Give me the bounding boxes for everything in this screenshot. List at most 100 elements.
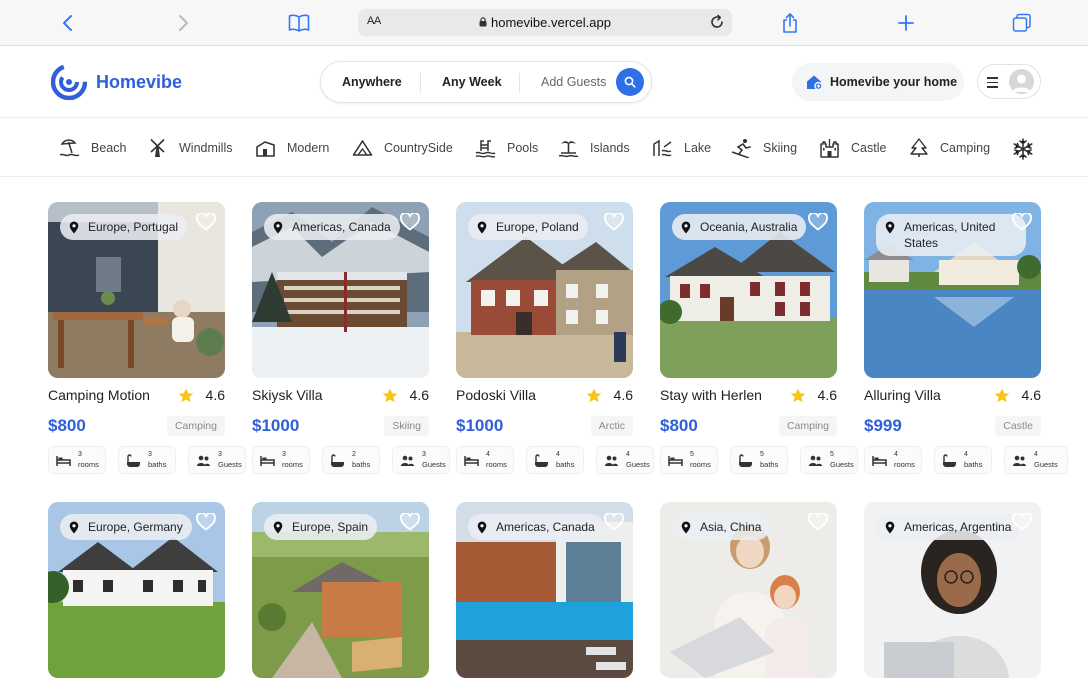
location-badge: Americas, Canada	[468, 514, 604, 540]
baths-feature: 4 baths	[526, 446, 584, 474]
host-home-button[interactable]: Homevibe your home	[792, 63, 964, 101]
baths-feature: 4 baths	[934, 446, 992, 474]
search-divider	[519, 73, 520, 93]
bed-icon	[464, 456, 479, 466]
location-pin-icon	[885, 221, 895, 234]
location-badge: Europe, Portugal	[60, 214, 188, 240]
listing-category-tag: Arctic	[590, 416, 633, 436]
category-countryside[interactable]: CountrySide	[352, 138, 453, 158]
search-where[interactable]: Anywhere	[342, 75, 402, 89]
listing-title[interactable]: Camping Motion	[48, 387, 150, 403]
guests-feature: 5 Guests	[800, 446, 858, 474]
favorite-heart-icon[interactable]	[196, 513, 216, 531]
category-bar: Beach Windmills Modern CountrySide Pools…	[0, 118, 1088, 177]
star-icon	[586, 388, 601, 402]
location-badge: Oceania, Australia	[672, 214, 807, 240]
favorite-heart-icon[interactable]	[196, 213, 216, 231]
guests-feature: 3 Guests	[392, 446, 450, 474]
star-icon	[382, 388, 397, 402]
favorite-heart-icon[interactable]	[1012, 513, 1032, 531]
location-badge: Americas, Argentina	[876, 514, 1021, 540]
search-guests[interactable]: Add Guests	[541, 75, 606, 89]
camping-icon	[910, 138, 928, 157]
back-icon[interactable]	[55, 10, 81, 36]
location-pin-icon	[681, 521, 691, 534]
bathtub-icon	[535, 454, 548, 467]
island-icon	[558, 141, 579, 158]
category-pools[interactable]: Pools	[475, 138, 538, 158]
pool-icon	[475, 140, 496, 158]
rooms-feature: 4 rooms	[456, 446, 514, 474]
bookmarks-icon[interactable]	[286, 10, 312, 36]
category-castle[interactable]: Castle	[819, 138, 886, 158]
house-icon	[807, 75, 823, 91]
favorite-heart-icon[interactable]	[808, 513, 828, 531]
guests-feature: 3 Guests	[188, 446, 246, 474]
avatar	[1009, 69, 1034, 94]
category-camping[interactable]: Camping	[908, 138, 990, 158]
tabs-overview-icon[interactable]	[1009, 10, 1035, 36]
bathtub-icon	[331, 454, 344, 467]
user-menu-button[interactable]	[977, 64, 1041, 99]
listing-title[interactable]: Podoski Villa	[456, 387, 536, 403]
bed-icon	[260, 456, 275, 466]
listing-rating: 4.6	[178, 387, 225, 403]
favorite-heart-icon[interactable]	[400, 513, 420, 531]
location-pin-icon	[681, 221, 691, 234]
search-divider	[420, 73, 421, 93]
new-tab-icon[interactable]	[893, 10, 919, 36]
favorite-heart-icon[interactable]	[604, 513, 624, 531]
listing-title[interactable]: Alluring Villa	[864, 387, 941, 403]
share-icon[interactable]	[777, 10, 803, 36]
category-lake[interactable]: Lake	[652, 138, 711, 158]
category-arctic[interactable]	[1012, 138, 1045, 160]
star-icon	[790, 388, 805, 402]
bathtub-icon	[739, 454, 752, 467]
listing-category-tag: Skiing	[384, 416, 429, 436]
rooms-feature: 5 rooms	[660, 446, 718, 474]
listing-rating: 4.6	[994, 387, 1041, 403]
category-windmills[interactable]: Windmills	[147, 138, 232, 158]
location-badge: Europe, Poland	[468, 214, 588, 240]
favorite-heart-icon[interactable]	[400, 213, 420, 231]
search-button[interactable]	[616, 68, 644, 96]
baths-feature: 5 baths	[730, 446, 788, 474]
listing-features: 4 rooms 4 baths 4 Guests	[864, 446, 1074, 474]
favorite-heart-icon[interactable]	[808, 213, 828, 231]
bed-icon	[668, 456, 683, 466]
location-badge: Europe, Spain	[264, 514, 378, 540]
mountain-icon	[352, 140, 373, 156]
location-badge: Asia, China	[672, 514, 771, 540]
category-skiing[interactable]: Skiing	[731, 138, 797, 158]
reload-icon[interactable]	[708, 13, 726, 36]
search-bar[interactable]: Anywhere Any Week Add Guests	[320, 61, 652, 103]
listing-rating: 4.6	[790, 387, 837, 403]
forward-icon[interactable]	[170, 10, 196, 36]
location-pin-icon	[273, 521, 283, 534]
browser-toolbar: AA homevibe.vercel.app	[0, 0, 1088, 46]
beach-icon	[59, 139, 80, 157]
guests-icon	[197, 455, 210, 466]
address-bar[interactable]: AA homevibe.vercel.app	[358, 9, 732, 36]
favorite-heart-icon[interactable]	[604, 213, 624, 231]
lake-icon	[653, 139, 672, 157]
search-when[interactable]: Any Week	[442, 75, 502, 89]
location-pin-icon	[885, 521, 895, 534]
category-beach[interactable]: Beach	[59, 138, 126, 158]
listing-category-tag: Castle	[995, 416, 1041, 436]
castle-icon	[820, 139, 839, 158]
brand-logo[interactable]: Homevibe	[51, 64, 182, 100]
category-islands[interactable]: Islands	[558, 138, 630, 158]
listing-title[interactable]: Stay with Herlen	[660, 387, 762, 403]
guests-icon	[605, 455, 618, 466]
favorite-heart-icon[interactable]	[1012, 213, 1032, 231]
snowflake-icon	[1013, 138, 1033, 160]
star-icon	[994, 388, 1009, 402]
bathtub-icon	[943, 454, 956, 467]
category-modern[interactable]: Modern	[255, 138, 329, 158]
location-pin-icon	[69, 221, 79, 234]
location-badge: Americas, United States	[876, 214, 1026, 256]
listing-title[interactable]: Skiysk Villa	[252, 387, 323, 403]
listing-price: $999	[864, 416, 902, 435]
guests-feature: 4 Guests	[1004, 446, 1068, 474]
